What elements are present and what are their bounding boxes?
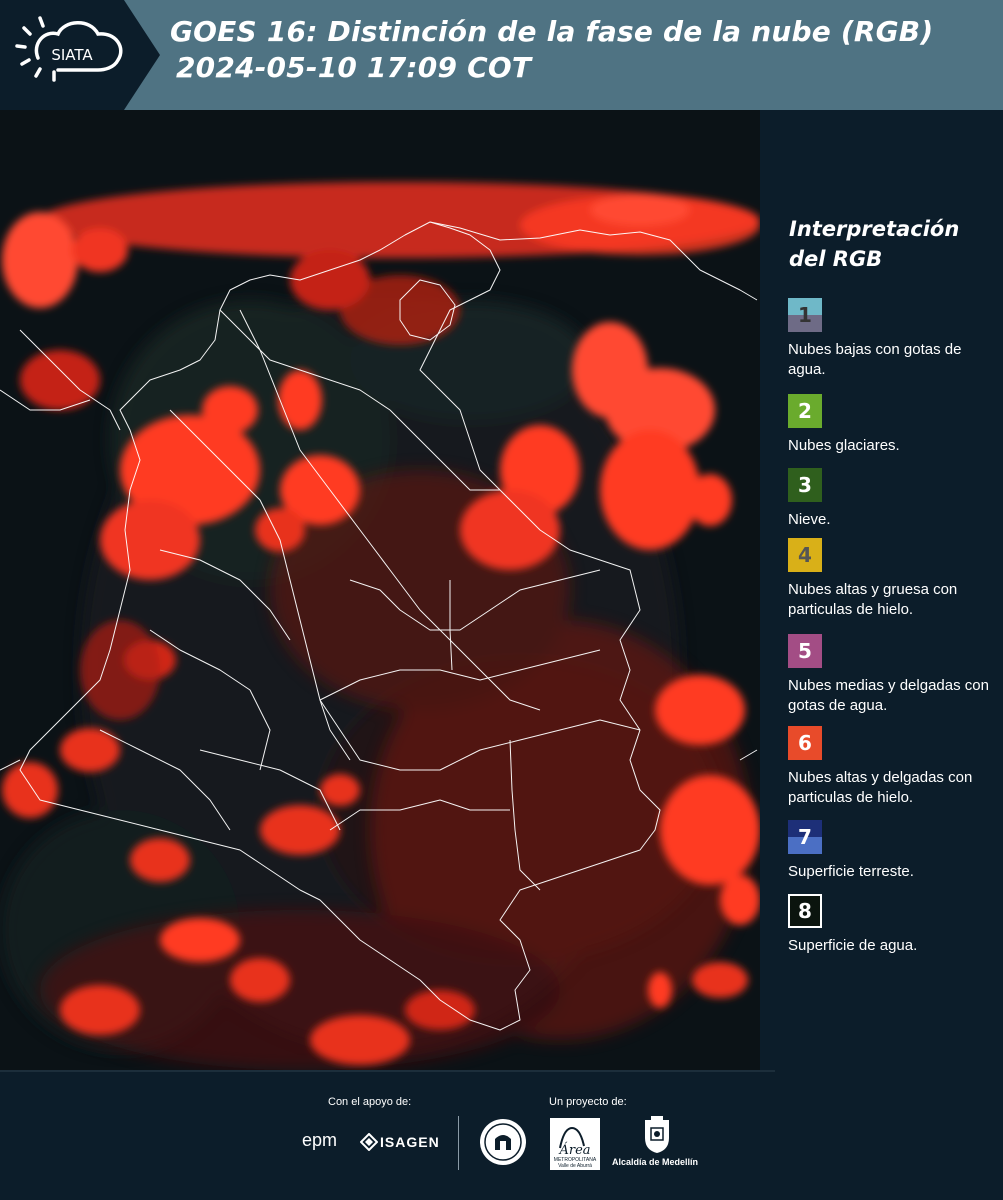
legend-title: Interpretación del RGB [789,214,959,274]
area-metropolitana-logo-icon: Área METROPOLITANA Valle de Aburrá [550,1118,600,1170]
legend-number-6: 6 [798,731,812,755]
isagen-logo-icon [360,1133,378,1151]
isagen-logo: ISAGEN [380,1134,440,1150]
university-seal-icon [480,1119,526,1165]
title-line-2: 2024-05-10 17:09 COT [176,51,532,84]
legend-label-5: Nubes medias y delgadas con gotas de agu… [788,677,989,714]
legend-number-4: 4 [798,543,812,567]
legend-title-line-1: Interpretación [789,217,960,241]
siata-logo-icon: SIATA [15,16,123,82]
legend-item-7: 7 Superficie terreste. [788,820,998,882]
legend-item-6: 6 Nubes altas y delgadas con particulas … [788,726,998,808]
page-title: GOES 16: Distinción de la fase de la nub… [170,14,933,86]
legend-label-6: Nubes altas y delgadas con particulas de… [788,769,973,806]
legend-number-1: 1 [798,303,812,327]
legend-number-5: 5 [798,639,812,663]
legend-item-8: 8 Superficie de agua. [788,894,998,956]
legend-item-3: 3 Nieve. [788,468,998,530]
legend-swatch-4: 4 [788,538,822,572]
logo-text: SIATA [51,46,93,64]
legend-item-1: 1 Nubes bajas con gotas de agua. [788,298,998,380]
footer-divider [458,1116,459,1170]
legend-title-line-2: del RGB [789,247,883,271]
legend-swatch-3: 3 [788,468,822,502]
legend-label-2: Nubes glaciares. [788,437,900,454]
title-line-1: GOES 16: Distinción de la fase de la nub… [170,15,934,48]
alcaldia-shield-icon [645,1116,669,1153]
legend-label-3: Nieve. [788,511,831,528]
project-label: Un proyecto de: [549,1096,627,1108]
epm-text: epm [302,1130,338,1150]
legend-item-2: 2 Nubes glaciares. [788,394,998,456]
support-label: Con el apoyo de: [328,1096,412,1108]
legend-number-3: 3 [798,473,812,497]
legend-swatch-1: 1 [788,298,822,332]
legend-swatch-2: 2 [788,394,822,428]
epm-logo: epm [302,1130,337,1151]
legend-label-8: Superficie de agua. [788,937,918,954]
legend-number-2: 2 [798,399,812,423]
satellite-image [0,110,760,1070]
legend-swatch-5: 5 [788,634,822,668]
legend-label-1: Nubes bajas con gotas de agua. [788,341,962,378]
satellite-map [0,110,760,1070]
legend-number-7: 7 [798,825,812,849]
legend-label-4: Nubes altas y gruesa con particulas de h… [788,581,958,618]
legend-swatch-6: 6 [788,726,822,760]
alcaldia-label: Alcaldía de Medellín [612,1157,699,1167]
footer: Con el apoyo de: Un proyecto de: epm ISA… [0,1070,1003,1200]
header-bar: SIATA GOES 16: Distinción de la fase de … [0,0,1003,110]
legend-item-4: 4 Nubes altas y gruesa con particulas de… [788,538,998,620]
legend-panel: Interpretación del RGB 1 Nubes bajas con… [760,110,1003,1070]
svg-text:Área: Área [558,1142,590,1158]
legend-label-7: Superficie terreste. [788,863,914,880]
legend-number-8: 8 [798,899,812,923]
legend-swatch-7: 7 [788,820,822,854]
footer-top-divider [0,1070,775,1072]
legend-item-5: 5 Nubes medias y delgadas con gotas de a… [788,634,998,716]
valle-text: Valle de Aburrá [558,1163,592,1169]
legend-swatch-8: 8 [788,894,822,928]
